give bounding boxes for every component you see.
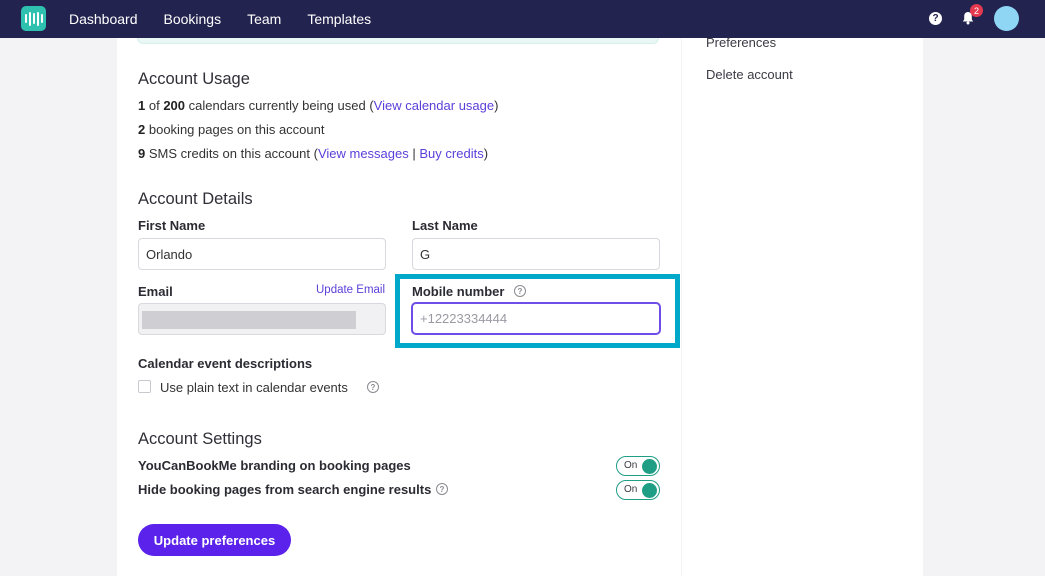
branding-label: YouCanBookMe branding on booking pages xyxy=(138,458,411,473)
hide-search-label: Hide booking pages from search engine re… xyxy=(138,482,432,497)
email-label: Email xyxy=(138,284,173,299)
account-usage-title: Account Usage xyxy=(138,70,250,88)
plain-text-help-icon[interactable]: ? xyxy=(367,381,379,393)
account-details-title: Account Details xyxy=(138,190,253,208)
first-name-label: First Name xyxy=(138,218,206,233)
sms-close: ) xyxy=(483,146,489,161)
card-top-banner xyxy=(137,38,659,44)
notification-badge: 2 xyxy=(970,4,983,17)
update-preferences-button[interactable]: Update preferences xyxy=(138,524,291,556)
booking-pages-line: 2 booking pages on this account xyxy=(138,122,325,137)
booking-pages-text: booking pages on this account xyxy=(148,122,325,137)
app-logo-icon[interactable] xyxy=(21,6,46,31)
mobile-number-input[interactable] xyxy=(411,302,661,335)
calendars-text: calendars currently being used ( xyxy=(188,98,374,113)
booking-pages-count: 2 xyxy=(138,122,146,137)
branding-toggle-knob xyxy=(642,459,657,474)
side-link-preferences[interactable]: Preferences xyxy=(706,35,776,50)
nav-links: Dashboard Bookings Team Templates xyxy=(69,0,397,38)
help-icon[interactable]: ? xyxy=(929,12,942,25)
calendars-total: 200 xyxy=(163,98,186,113)
first-name-input[interactable] xyxy=(138,238,386,270)
settings-side-menu: Preferences Delete account xyxy=(682,35,923,576)
plain-text-checkbox[interactable] xyxy=(138,380,151,393)
hide-search-toggle-knob xyxy=(642,483,657,498)
mobile-help-icon[interactable]: ? xyxy=(514,285,526,297)
calendars-of: of xyxy=(148,98,160,113)
link-separator: | xyxy=(412,146,416,161)
sms-count: 9 xyxy=(138,146,146,161)
hide-search-toggle-state: On xyxy=(624,484,638,495)
update-email-link[interactable]: Update Email xyxy=(316,284,385,296)
buy-credits-link[interactable]: Buy credits xyxy=(419,146,483,161)
calendar-event-descriptions-label: Calendar event descriptions xyxy=(138,356,313,371)
branding-toggle-state: On xyxy=(624,460,638,471)
hide-search-toggle[interactable]: On xyxy=(616,480,660,500)
top-nav: Dashboard Bookings Team Templates ? 2 xyxy=(0,0,1045,38)
nav-templates[interactable]: Templates xyxy=(307,11,371,27)
last-name-input[interactable] xyxy=(412,238,660,270)
nav-team[interactable]: Team xyxy=(247,11,281,27)
last-name-label: Last Name xyxy=(412,218,478,233)
view-messages-link[interactable]: View messages xyxy=(318,146,409,161)
side-link-delete-account[interactable]: Delete account xyxy=(706,67,793,82)
nav-dashboard[interactable]: Dashboard xyxy=(69,11,138,27)
sms-credits-line: 9 SMS credits on this account (View mess… xyxy=(138,146,488,161)
mobile-number-label: Mobile number xyxy=(412,284,505,299)
view-calendar-usage-link[interactable]: View calendar usage xyxy=(374,98,494,113)
calendars-close: ) xyxy=(494,98,499,113)
calendars-used: 1 xyxy=(138,98,146,113)
branding-toggle[interactable]: On xyxy=(616,456,660,476)
hide-search-help-icon[interactable]: ? xyxy=(436,483,448,495)
account-settings-title: Account Settings xyxy=(138,430,262,448)
nav-bookings[interactable]: Bookings xyxy=(164,11,222,27)
user-avatar[interactable] xyxy=(994,6,1019,31)
sms-text: SMS credits on this account ( xyxy=(148,146,318,161)
plain-text-label[interactable]: Use plain text in calendar events xyxy=(160,380,348,395)
email-redacted-value xyxy=(142,311,356,329)
calendar-usage-line: 1 of 200 calendars currently being used … xyxy=(138,98,498,113)
